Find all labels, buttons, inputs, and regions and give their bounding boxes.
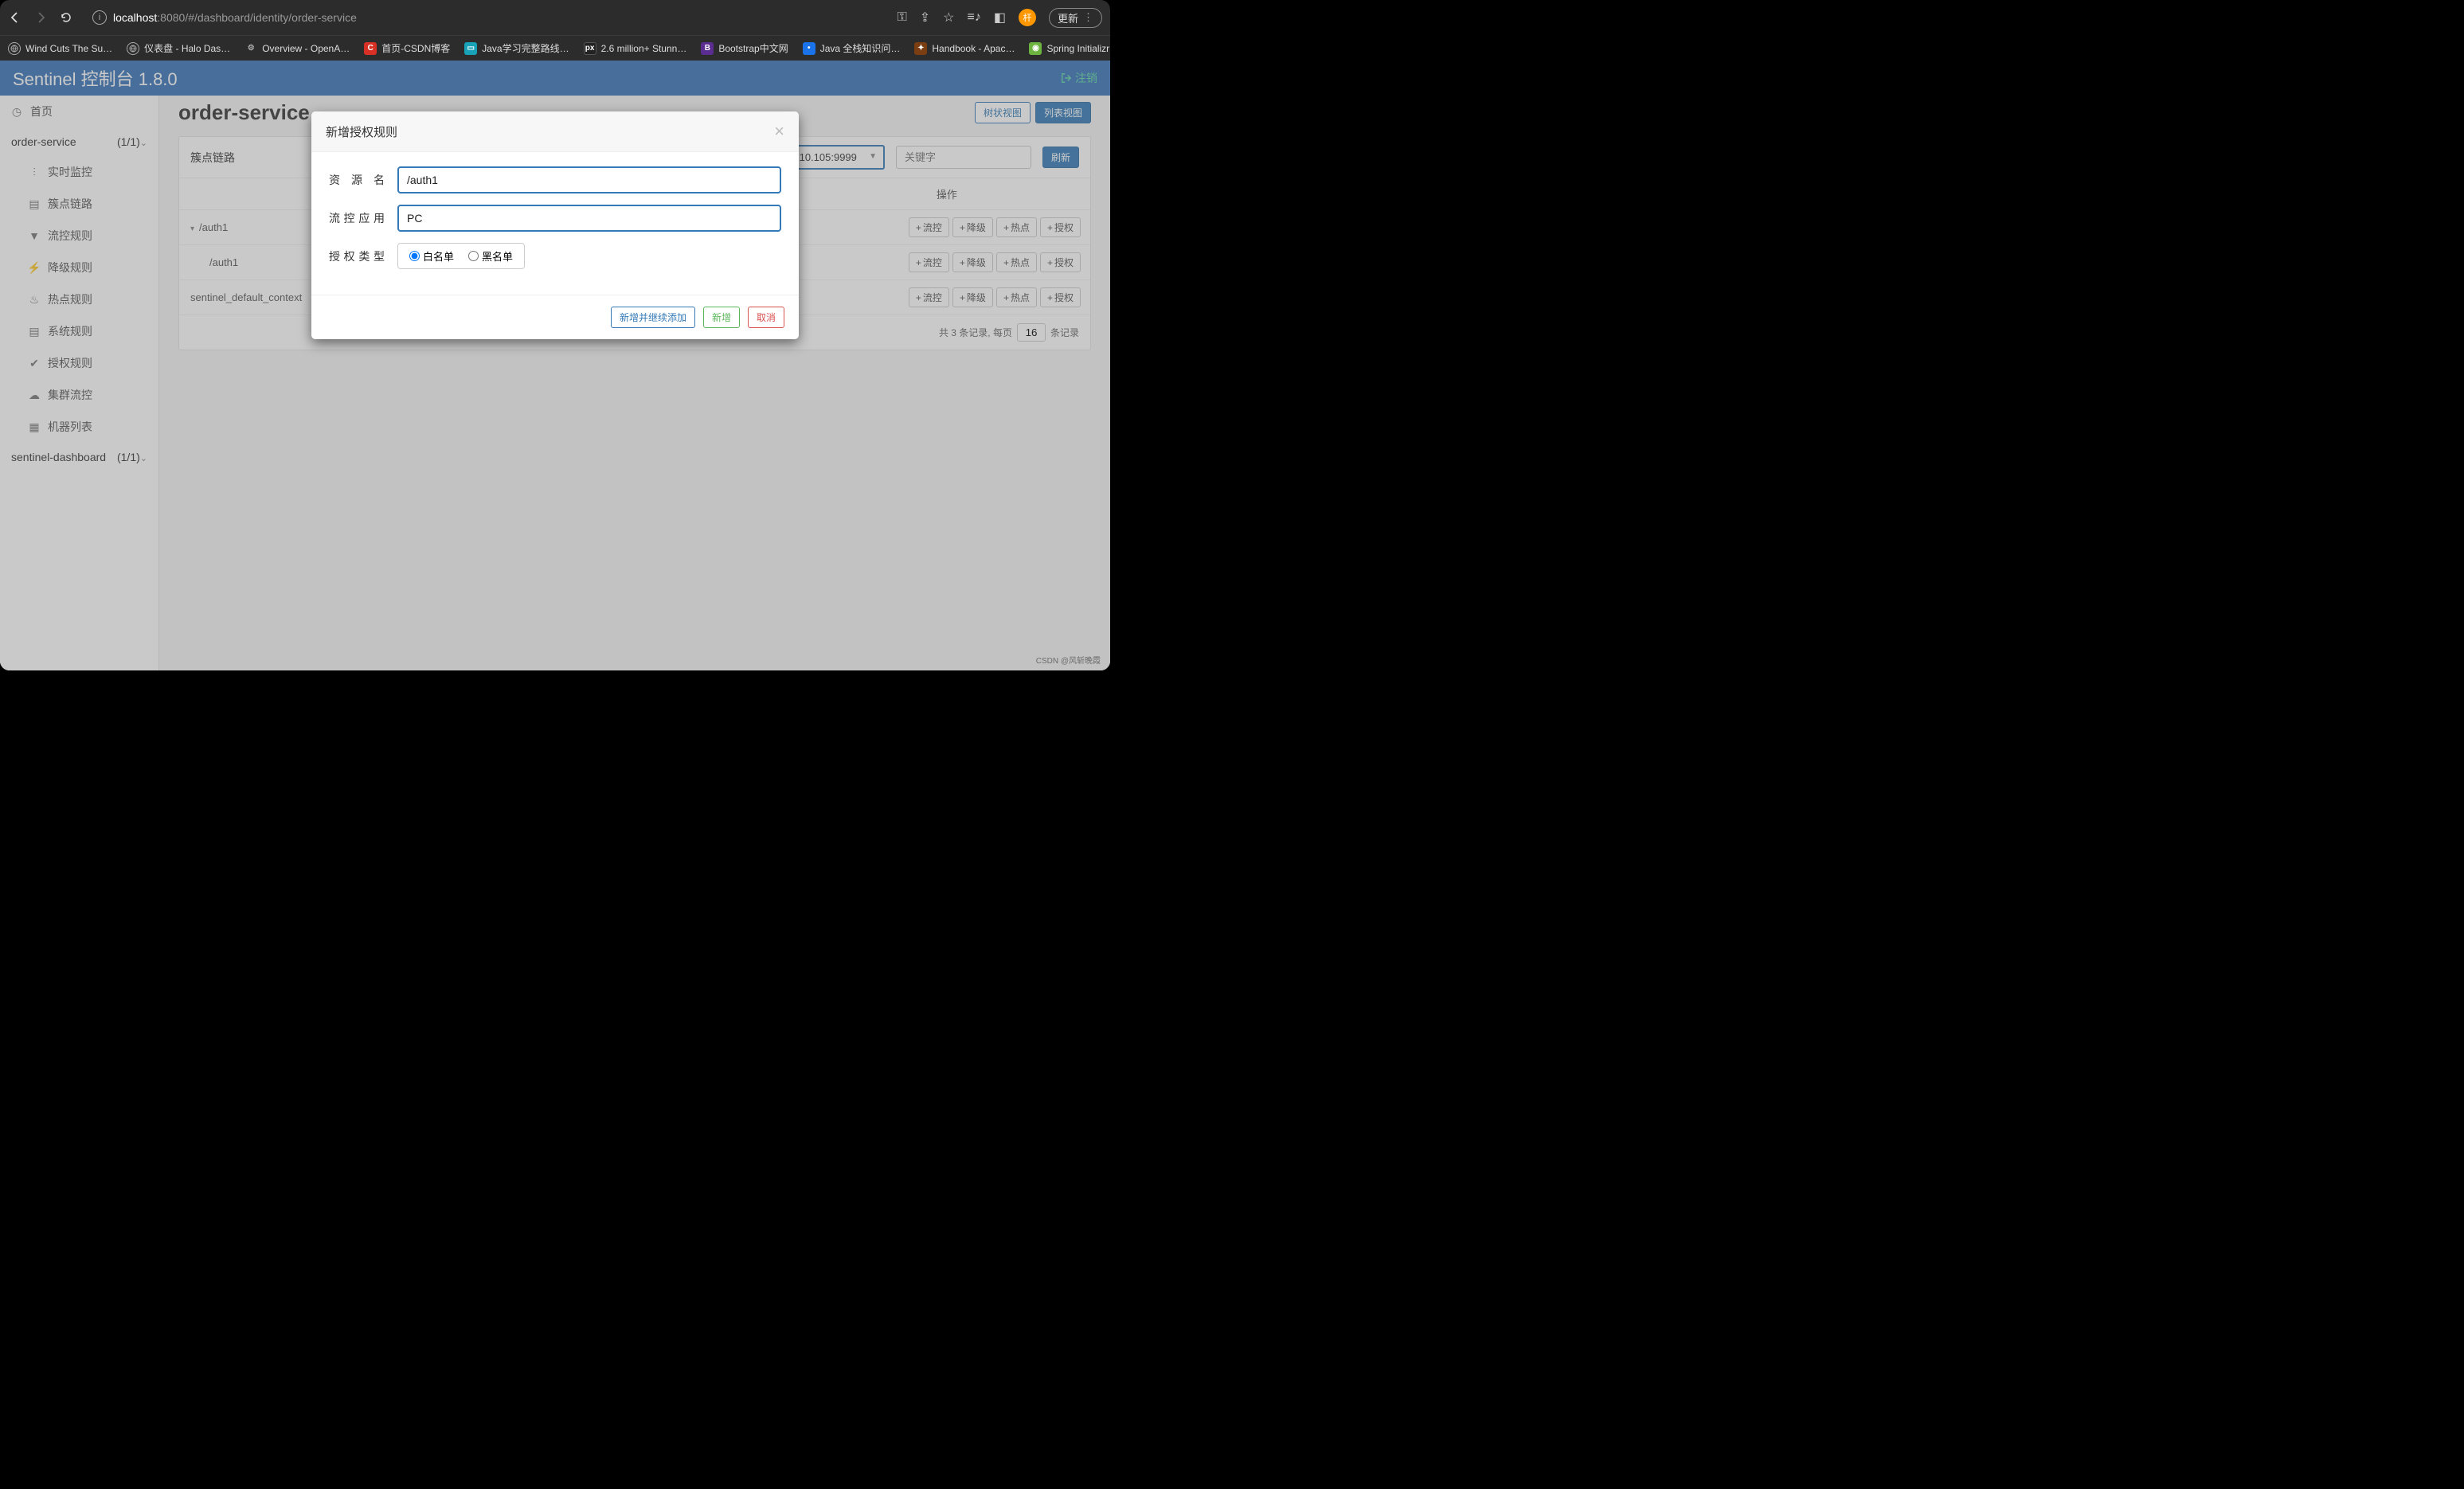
modal-container: 新增授权规则 × 资源名 流控应用 授权类型 白名单 黑名单 xyxy=(0,0,1110,670)
watermark: CSDN @风斩晚霞 xyxy=(1036,654,1101,666)
resource-label: 资源名 xyxy=(329,172,397,188)
auth-type-radio-group: 白名单 黑名单 xyxy=(397,243,525,269)
close-icon[interactable]: × xyxy=(774,123,784,140)
add-continue-button[interactable]: 新增并继续添加 xyxy=(611,307,695,328)
blacklist-radio[interactable]: 黑名单 xyxy=(468,248,513,264)
resource-input[interactable] xyxy=(397,166,781,193)
auth-rule-modal: 新增授权规则 × 资源名 流控应用 授权类型 白名单 黑名单 xyxy=(311,111,799,339)
app-input[interactable] xyxy=(397,205,781,232)
cancel-button[interactable]: 取消 xyxy=(748,307,784,328)
app-label: 流控应用 xyxy=(329,210,397,226)
add-button[interactable]: 新增 xyxy=(703,307,740,328)
modal-title: 新增授权规则 xyxy=(326,123,397,140)
type-label: 授权类型 xyxy=(329,248,397,264)
whitelist-radio[interactable]: 白名单 xyxy=(409,248,454,264)
